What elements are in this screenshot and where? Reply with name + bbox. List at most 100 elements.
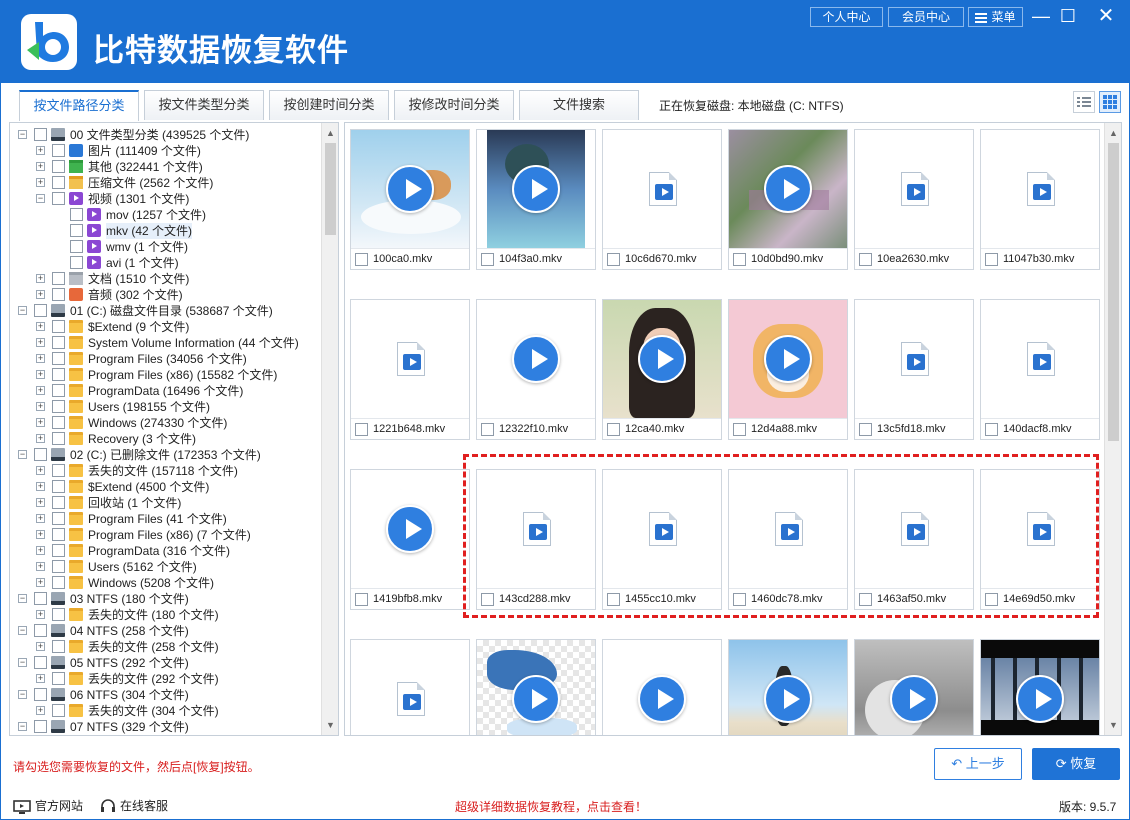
expand-icon[interactable]: + bbox=[36, 354, 45, 363]
file-checkbox[interactable] bbox=[607, 423, 620, 436]
expand-icon[interactable]: + bbox=[36, 498, 45, 507]
file-thumbnail[interactable] bbox=[981, 640, 1099, 735]
file-checkbox[interactable] bbox=[985, 253, 998, 266]
tree-checkbox[interactable] bbox=[52, 336, 65, 349]
close-icon[interactable]: ✕ bbox=[1094, 5, 1118, 27]
file-card[interactable] bbox=[728, 639, 848, 735]
expand-icon[interactable]: + bbox=[36, 578, 45, 587]
tree-checkbox[interactable] bbox=[52, 176, 65, 189]
file-checkbox[interactable] bbox=[481, 423, 494, 436]
file-card[interactable]: 12d4a88.mkv bbox=[728, 299, 848, 440]
expand-icon[interactable]: + bbox=[36, 562, 45, 571]
tree-item[interactable]: wmv (1 个文件) bbox=[10, 239, 322, 255]
file-thumbnail[interactable] bbox=[729, 300, 847, 418]
tree-item[interactable]: − 02 (C:) 已删除文件 (172353 个文件) bbox=[10, 447, 322, 463]
file-thumbnail[interactable] bbox=[855, 640, 973, 735]
expand-icon[interactable]: + bbox=[36, 610, 45, 619]
tree-checkbox[interactable] bbox=[52, 272, 65, 285]
tree-item[interactable]: − 06 NTFS (304 个文件) bbox=[10, 687, 322, 703]
tree-item[interactable]: + Program Files (x86) (7 个文件) bbox=[10, 527, 322, 543]
expand-icon[interactable]: + bbox=[36, 370, 45, 379]
play-icon[interactable] bbox=[1016, 675, 1064, 723]
file-thumbnail[interactable] bbox=[729, 130, 847, 248]
play-icon[interactable] bbox=[638, 335, 686, 383]
tree-checkbox[interactable] bbox=[52, 416, 65, 429]
tree-checkbox[interactable] bbox=[52, 496, 65, 509]
expand-icon[interactable]: + bbox=[36, 162, 45, 171]
tutorial-link[interactable]: 超级详细数据恢复教程，点击查看！ bbox=[455, 798, 647, 815]
expand-icon[interactable]: + bbox=[36, 546, 45, 555]
file-thumbnail[interactable] bbox=[603, 130, 721, 248]
tree-item[interactable]: − 04 NTFS (258 个文件) bbox=[10, 623, 322, 639]
file-thumbnail[interactable] bbox=[855, 130, 973, 248]
scroll-up-icon[interactable]: ▲ bbox=[1109, 129, 1118, 138]
tree-checkbox[interactable] bbox=[70, 208, 83, 221]
collapse-icon[interactable]: − bbox=[18, 130, 27, 139]
play-icon[interactable] bbox=[512, 165, 560, 213]
file-thumbnail[interactable] bbox=[981, 300, 1099, 418]
expand-icon[interactable]: + bbox=[36, 434, 45, 443]
scroll-down-icon[interactable]: ▼ bbox=[1109, 721, 1118, 730]
expand-icon[interactable]: + bbox=[36, 146, 45, 155]
play-icon[interactable] bbox=[764, 335, 812, 383]
tab-by-type[interactable]: 按文件类型分类 bbox=[144, 90, 264, 120]
file-card[interactable] bbox=[602, 639, 722, 735]
file-thumbnail[interactable] bbox=[477, 640, 595, 735]
tree-item[interactable]: + $Extend (9 个文件) bbox=[10, 319, 322, 335]
collapse-icon[interactable]: − bbox=[18, 450, 27, 459]
tab-by-created[interactable]: 按创建时间分类 bbox=[269, 90, 389, 120]
tree-checkbox[interactable] bbox=[52, 192, 65, 205]
recover-button[interactable]: ⟳ 恢复 bbox=[1032, 748, 1120, 780]
expand-icon[interactable]: + bbox=[36, 402, 45, 411]
tree-item[interactable]: + 回收站 (1 个文件) bbox=[10, 495, 322, 511]
tree-item[interactable]: + Users (198155 个文件) bbox=[10, 399, 322, 415]
tree-checkbox[interactable] bbox=[52, 400, 65, 413]
file-checkbox[interactable] bbox=[355, 593, 368, 606]
tree-scrollbar[interactable]: ▲ ▼ bbox=[321, 123, 338, 735]
tree-item[interactable]: − 01 (C:) 磁盘文件目录 (538687 个文件) bbox=[10, 303, 322, 319]
expand-icon[interactable]: + bbox=[36, 674, 45, 683]
expand-icon[interactable]: + bbox=[36, 642, 45, 651]
file-thumbnail[interactable] bbox=[603, 640, 721, 735]
tree-checkbox[interactable] bbox=[52, 528, 65, 541]
tree-checkbox[interactable] bbox=[52, 512, 65, 525]
file-thumbnail[interactable] bbox=[351, 470, 469, 588]
tree-item[interactable]: + ProgramData (316 个文件) bbox=[10, 543, 322, 559]
file-checkbox[interactable] bbox=[859, 253, 872, 266]
tree-checkbox[interactable] bbox=[34, 448, 47, 461]
tree-item[interactable]: + System Volume Information (44 个文件) bbox=[10, 335, 322, 351]
list-view-button[interactable] bbox=[1073, 91, 1095, 113]
tree-checkbox[interactable] bbox=[52, 320, 65, 333]
file-card[interactable]: 13c5fd18.mkv bbox=[854, 299, 974, 440]
expand-icon[interactable]: + bbox=[36, 274, 45, 283]
tree-item[interactable]: + 文档 (1510 个文件) bbox=[10, 271, 322, 287]
collapse-icon[interactable]: − bbox=[18, 658, 27, 667]
tree-item[interactable]: + 压缩文件 (2562 个文件) bbox=[10, 175, 322, 191]
collapse-icon[interactable]: − bbox=[18, 722, 27, 731]
tree-checkbox[interactable] bbox=[52, 464, 65, 477]
file-card[interactable] bbox=[980, 639, 1100, 735]
play-icon[interactable] bbox=[638, 675, 686, 723]
file-thumbnail[interactable] bbox=[981, 130, 1099, 248]
tree-checkbox[interactable] bbox=[52, 704, 65, 717]
file-card[interactable]: 100ca0.mkv bbox=[350, 129, 470, 270]
file-card[interactable]: 1221b648.mkv bbox=[350, 299, 470, 440]
tree-checkbox[interactable] bbox=[34, 592, 47, 605]
grid-scroll-thumb[interactable] bbox=[1108, 143, 1119, 441]
expand-icon[interactable]: + bbox=[36, 482, 45, 491]
file-checkbox[interactable] bbox=[859, 423, 872, 436]
file-thumbnail[interactable] bbox=[351, 130, 469, 248]
file-checkbox[interactable] bbox=[733, 423, 746, 436]
tree-checkbox[interactable] bbox=[70, 224, 83, 237]
tree-item[interactable]: + 音频 (302 个文件) bbox=[10, 287, 322, 303]
tree-item[interactable]: + 图片 (111409 个文件) bbox=[10, 143, 322, 159]
maximize-icon[interactable]: ☐ bbox=[1056, 5, 1080, 27]
tree-item[interactable]: avi (1 个文件) bbox=[10, 255, 322, 271]
scroll-down-icon[interactable]: ▼ bbox=[326, 721, 335, 730]
tree-item[interactable]: − 视频 (1301 个文件) bbox=[10, 191, 322, 207]
tree-checkbox[interactable] bbox=[52, 368, 65, 381]
file-card[interactable]: 10d0bd90.mkv bbox=[728, 129, 848, 270]
file-thumbnail[interactable] bbox=[477, 300, 595, 418]
play-icon[interactable] bbox=[386, 165, 434, 213]
expand-icon[interactable]: + bbox=[36, 386, 45, 395]
